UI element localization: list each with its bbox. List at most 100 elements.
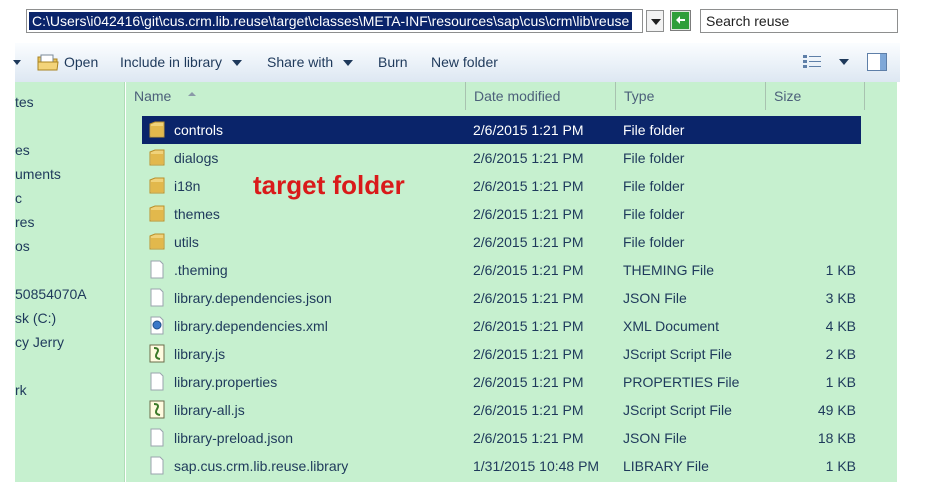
file-type: LIBRARY File	[623, 458, 709, 474]
document-icon	[149, 288, 165, 307]
file-row[interactable]: sap.cus.crm.lib.reuse.library 1/31/2015 1…	[142, 452, 861, 480]
nav-item-videos[interactable]: os	[15, 238, 30, 254]
file-size: 3 KB	[825, 290, 856, 306]
share-with-label: Share with	[267, 54, 334, 70]
file-size: 1 KB	[825, 458, 856, 474]
document-icon	[149, 260, 165, 279]
column-header-name[interactable]: Name	[126, 82, 466, 110]
burn-button[interactable]: Burn	[378, 54, 408, 70]
column-header-type-label: Type	[624, 88, 655, 104]
nav-item-computer[interactable]: 50854070A	[15, 286, 87, 302]
organize-dropdown-arrow[interactable]	[13, 60, 21, 65]
nav-item-documents[interactable]: uments	[15, 166, 61, 182]
open-icon	[37, 54, 59, 71]
file-name: dialogs	[174, 150, 219, 166]
column-header-date-label: Date modified	[474, 88, 561, 104]
file-row[interactable]: library.dependencies.json 2/6/2015 1:21 P…	[142, 284, 861, 312]
file-row[interactable]: library.dependencies.xml 2/6/2015 1:21 PM…	[142, 312, 861, 340]
file-date-modified: 2/6/2015 1:21 PM	[473, 178, 584, 194]
navigation-pane: tes es uments c res os 50854070A sk (C:)…	[15, 82, 125, 482]
file-date-modified: 2/6/2015 1:21 PM	[473, 234, 584, 250]
command-toolbar: Open Include in library Share with Burn …	[13, 42, 900, 82]
file-name: controls	[174, 122, 224, 138]
file-type: File folder	[623, 234, 685, 250]
file-name: library.js	[174, 346, 226, 362]
file-type: XML Document	[623, 318, 719, 334]
file-date-modified: 2/6/2015 1:21 PM	[473, 290, 584, 306]
folder-icon	[149, 120, 165, 139]
file-row[interactable]: utils 2/6/2015 1:21 PM File folder	[142, 228, 861, 256]
script-icon	[149, 400, 165, 419]
address-dropdown-button[interactable]	[646, 10, 664, 32]
search-placeholder: Search reuse	[706, 13, 790, 29]
nav-item-local-disk[interactable]: sk (C:)	[15, 310, 56, 326]
document-icon	[149, 428, 165, 447]
file-name: library-all.js	[174, 402, 245, 418]
address-path[interactable]: C:\Users\i042416\git\cus.crm.lib.reuse\t…	[29, 12, 633, 30]
view-options-icon[interactable]	[802, 54, 822, 70]
document-icon	[149, 372, 165, 391]
refresh-icon	[672, 12, 689, 29]
file-row[interactable]: library-preload.json 2/6/2015 1:21 PM JSON…	[142, 424, 861, 452]
file-type: JSON File	[623, 430, 687, 446]
annotation-label: target folder	[253, 170, 405, 200]
search-input[interactable]: Search reuse	[700, 9, 898, 33]
preview-pane-icon[interactable]	[867, 53, 887, 71]
file-date-modified: 2/6/2015 1:21 PM	[473, 346, 584, 362]
column-header-size[interactable]: Size	[766, 82, 865, 110]
xml-document-icon	[149, 316, 165, 335]
open-button[interactable]: Open	[64, 54, 98, 70]
file-date-modified: 1/31/2015 10:48 PM	[473, 458, 600, 474]
file-date-modified: 2/6/2015 1:21 PM	[473, 318, 584, 334]
refresh-button[interactable]	[670, 10, 691, 31]
file-date-modified: 2/6/2015 1:21 PM	[473, 430, 584, 446]
file-row[interactable]: i18n 2/6/2015 1:21 PM File folder	[142, 172, 861, 200]
nav-item-user[interactable]: cy Jerry	[15, 334, 64, 350]
file-date-modified: 2/6/2015 1:21 PM	[473, 402, 584, 418]
file-row[interactable]: library-all.js 2/6/2015 1:21 PM JScript Sc…	[142, 396, 861, 424]
file-row[interactable]: controls 2/6/2015 1:21 PM File folder	[142, 116, 861, 144]
folder-icon	[149, 176, 165, 195]
nav-item-libraries[interactable]: es	[15, 142, 30, 158]
file-name: library-preload.json	[174, 430, 294, 446]
nav-item-pictures[interactable]: res	[15, 214, 34, 230]
include-in-library-button[interactable]: Include in library	[120, 54, 242, 70]
address-input[interactable]: C:\Users\i042416\git\cus.crm.lib.reuse\t…	[26, 9, 643, 33]
file-name: sap.cus.crm.lib.reuse.library	[174, 458, 349, 474]
file-type: File folder	[623, 178, 685, 194]
file-row[interactable]: themes 2/6/2015 1:21 PM File folder	[142, 200, 861, 228]
address-bar: C:\Users\i042416\git\cus.crm.lib.reuse\t…	[0, 0, 926, 42]
share-with-button[interactable]: Share with	[267, 54, 354, 70]
file-type: File folder	[623, 150, 685, 166]
nav-item-network[interactable]: rk	[15, 382, 27, 398]
file-date-modified: 2/6/2015 1:21 PM	[473, 374, 584, 390]
nav-item-favorites[interactable]: tes	[15, 94, 34, 110]
file-row[interactable]: library.properties 2/6/2015 1:21 PM PROPER…	[142, 368, 861, 396]
column-header-type[interactable]: Type	[616, 82, 766, 110]
file-date-modified: 2/6/2015 1:21 PM	[473, 122, 584, 138]
file-size: 2 KB	[825, 346, 856, 362]
column-header-name-label: Name	[134, 88, 172, 104]
folder-icon	[149, 232, 165, 251]
file-size: 4 KB	[825, 318, 856, 334]
file-row[interactable]: .theming 2/6/2015 1:21 PM THEMING File 1 KB	[142, 256, 861, 284]
file-list: Name Date modified Type Size controls 2/6…	[126, 82, 897, 482]
file-row[interactable]: library.js 2/6/2015 1:21 PM JScript Script…	[142, 340, 861, 368]
sort-ascending-icon	[188, 92, 196, 96]
view-options-dropdown[interactable]	[839, 59, 849, 65]
document-icon	[149, 456, 165, 475]
file-type: File folder	[623, 206, 685, 222]
file-name: utils	[174, 234, 199, 250]
file-name: i18n	[174, 178, 201, 194]
chevron-down-icon	[343, 60, 354, 67]
nav-item-music[interactable]: c	[15, 190, 22, 206]
file-type: THEMING File	[623, 262, 714, 278]
column-header-date[interactable]: Date modified	[466, 82, 616, 110]
file-size: 1 KB	[825, 262, 856, 278]
new-folder-button[interactable]: New folder	[431, 54, 498, 70]
file-type: PROPERTIES File	[623, 374, 740, 390]
chevron-down-icon	[231, 60, 242, 67]
file-date-modified: 2/6/2015 1:21 PM	[473, 262, 584, 278]
file-row[interactable]: dialogs 2/6/2015 1:21 PM File folder	[142, 144, 861, 172]
file-date-modified: 2/6/2015 1:21 PM	[473, 206, 584, 222]
